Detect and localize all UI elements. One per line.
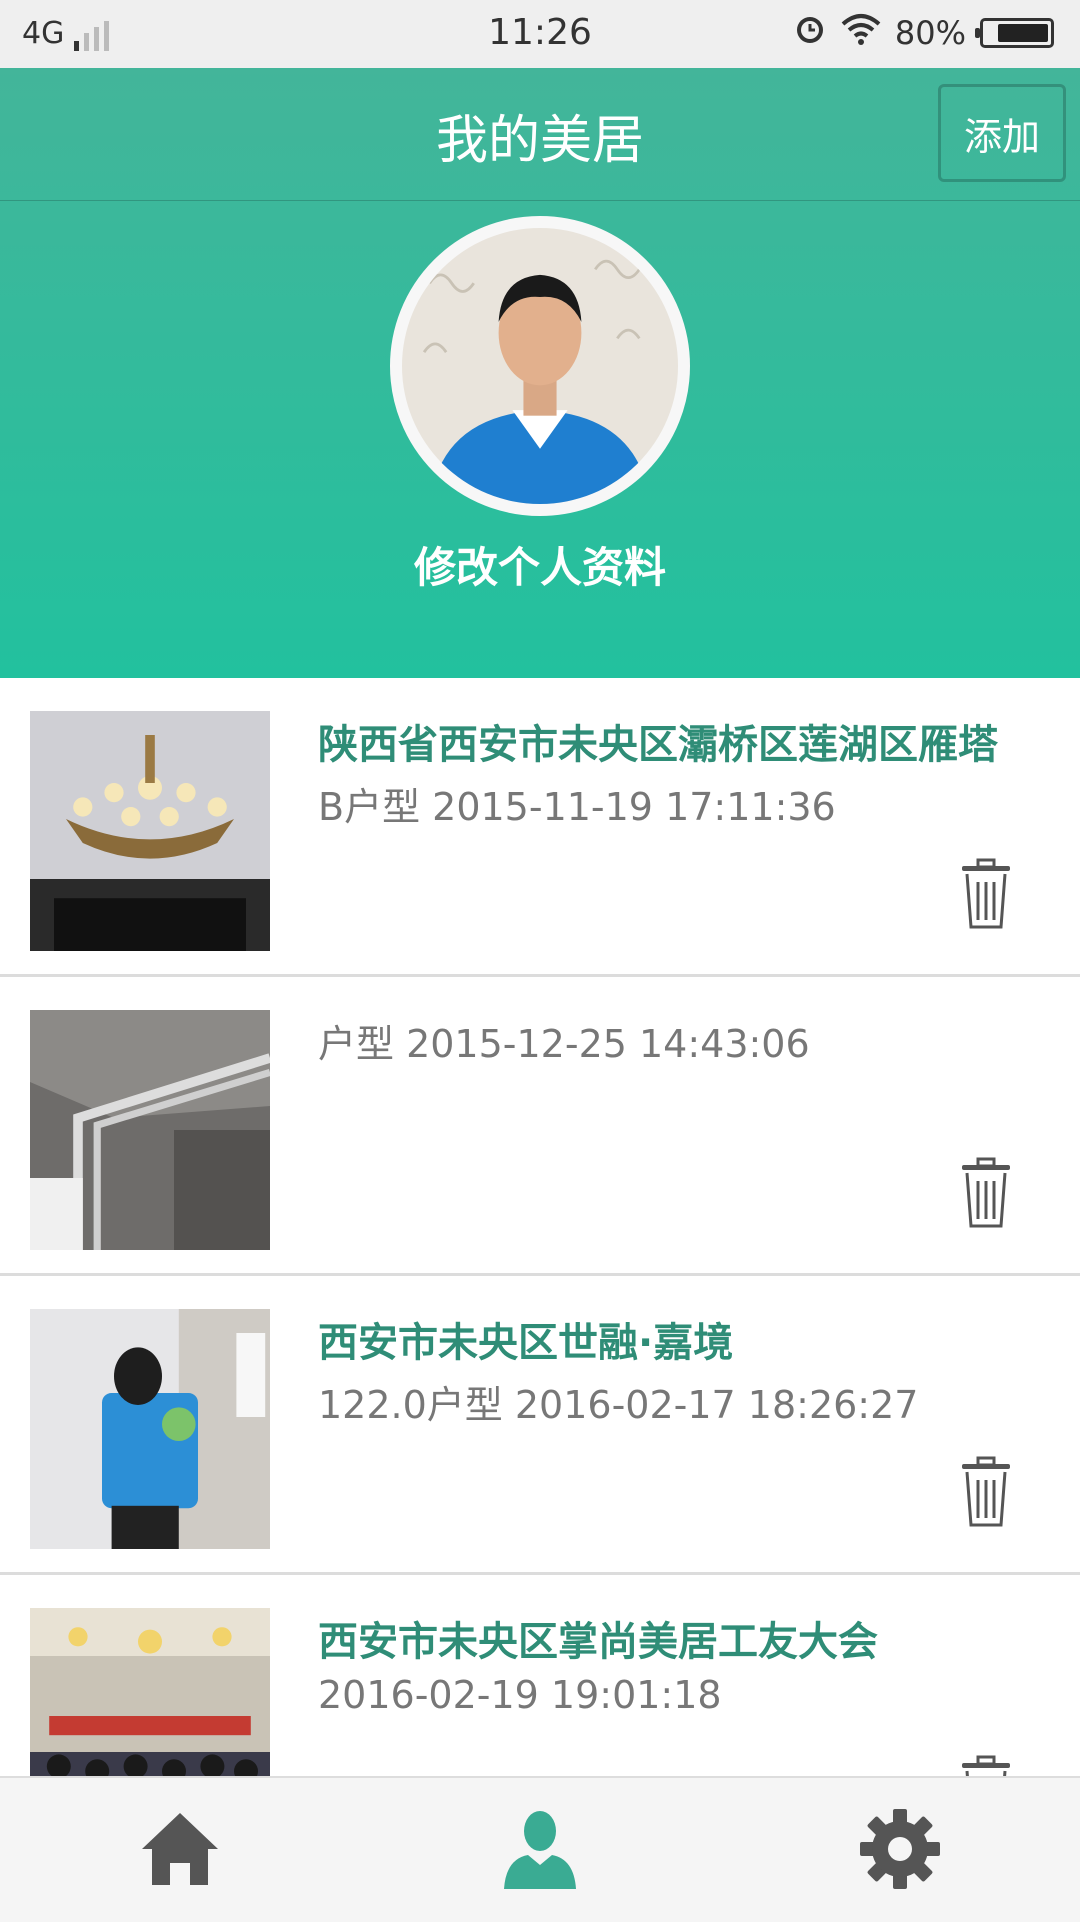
user-icon xyxy=(498,1807,582,1895)
status-bar: 4G 11:26 80% xyxy=(0,0,1080,68)
list-item[interactable]: 陕西省西安市未央区灞桥区莲湖区雁塔 B户型 2015-11-19 17:11:3… xyxy=(0,678,1080,977)
list-item[interactable]: 西安市未央区世融·嘉境 122.0户型 2016-02-17 18:26:27 xyxy=(0,1276,1080,1575)
item-thumbnail xyxy=(30,711,270,951)
delete-icon[interactable] xyxy=(960,1157,1012,1229)
delete-icon[interactable] xyxy=(960,858,1012,930)
alarm-icon xyxy=(793,12,827,54)
avatar[interactable] xyxy=(390,216,690,516)
home-icon xyxy=(138,1807,222,1895)
delete-icon[interactable] xyxy=(960,1755,1012,1776)
item-thumbnail xyxy=(30,1309,270,1549)
home-list: 陕西省西安市未央区灞桥区莲湖区雁塔 B户型 2015-11-19 17:11:3… xyxy=(0,678,1080,1776)
item-title: 西安市未央区掌尚美居工友大会 xyxy=(318,1619,878,1665)
nav-settings[interactable] xyxy=(855,1806,945,1896)
battery-percent: 80% xyxy=(894,14,966,52)
wifi-icon xyxy=(841,12,881,54)
nav-profile[interactable] xyxy=(495,1806,585,1896)
add-button[interactable]: 添加 xyxy=(938,84,1066,182)
item-subtitle: 122.0户型 2016-02-17 18:26:27 xyxy=(318,1383,919,1427)
settings-icon xyxy=(858,1807,942,1895)
page-title: 我的美居 xyxy=(435,111,644,171)
battery-icon xyxy=(975,18,1054,48)
title-bar: 我的美居 添加 xyxy=(0,68,1080,201)
nav-home[interactable] xyxy=(135,1806,225,1896)
item-subtitle: 2016-02-19 19:01:18 xyxy=(318,1673,722,1717)
item-subtitle: 户型 2015-12-25 14:43:06 xyxy=(318,1022,810,1066)
item-title: 西安市未央区世融·嘉境 xyxy=(318,1320,734,1366)
item-subtitle: B户型 2015-11-19 17:11:36 xyxy=(318,785,836,829)
item-thumbnail xyxy=(30,1010,270,1250)
list-item[interactable]: 西安市未央区掌尚美居工友大会 2016-02-19 19:01:18 xyxy=(0,1575,1080,1776)
status-right: 80% xyxy=(793,12,1054,54)
bottom-nav xyxy=(0,1776,1080,1922)
item-title: 陕西省西安市未央区灞桥区莲湖区雁塔 xyxy=(318,722,998,768)
list-item[interactable]: 户型 2015-12-25 14:43:06 xyxy=(0,977,1080,1276)
edit-profile-link[interactable]: 修改个人资料 xyxy=(0,534,1080,595)
item-thumbnail xyxy=(30,1608,270,1776)
profile-header: 我的美居 添加 修改个人资料 xyxy=(0,68,1080,678)
delete-icon[interactable] xyxy=(960,1456,1012,1528)
